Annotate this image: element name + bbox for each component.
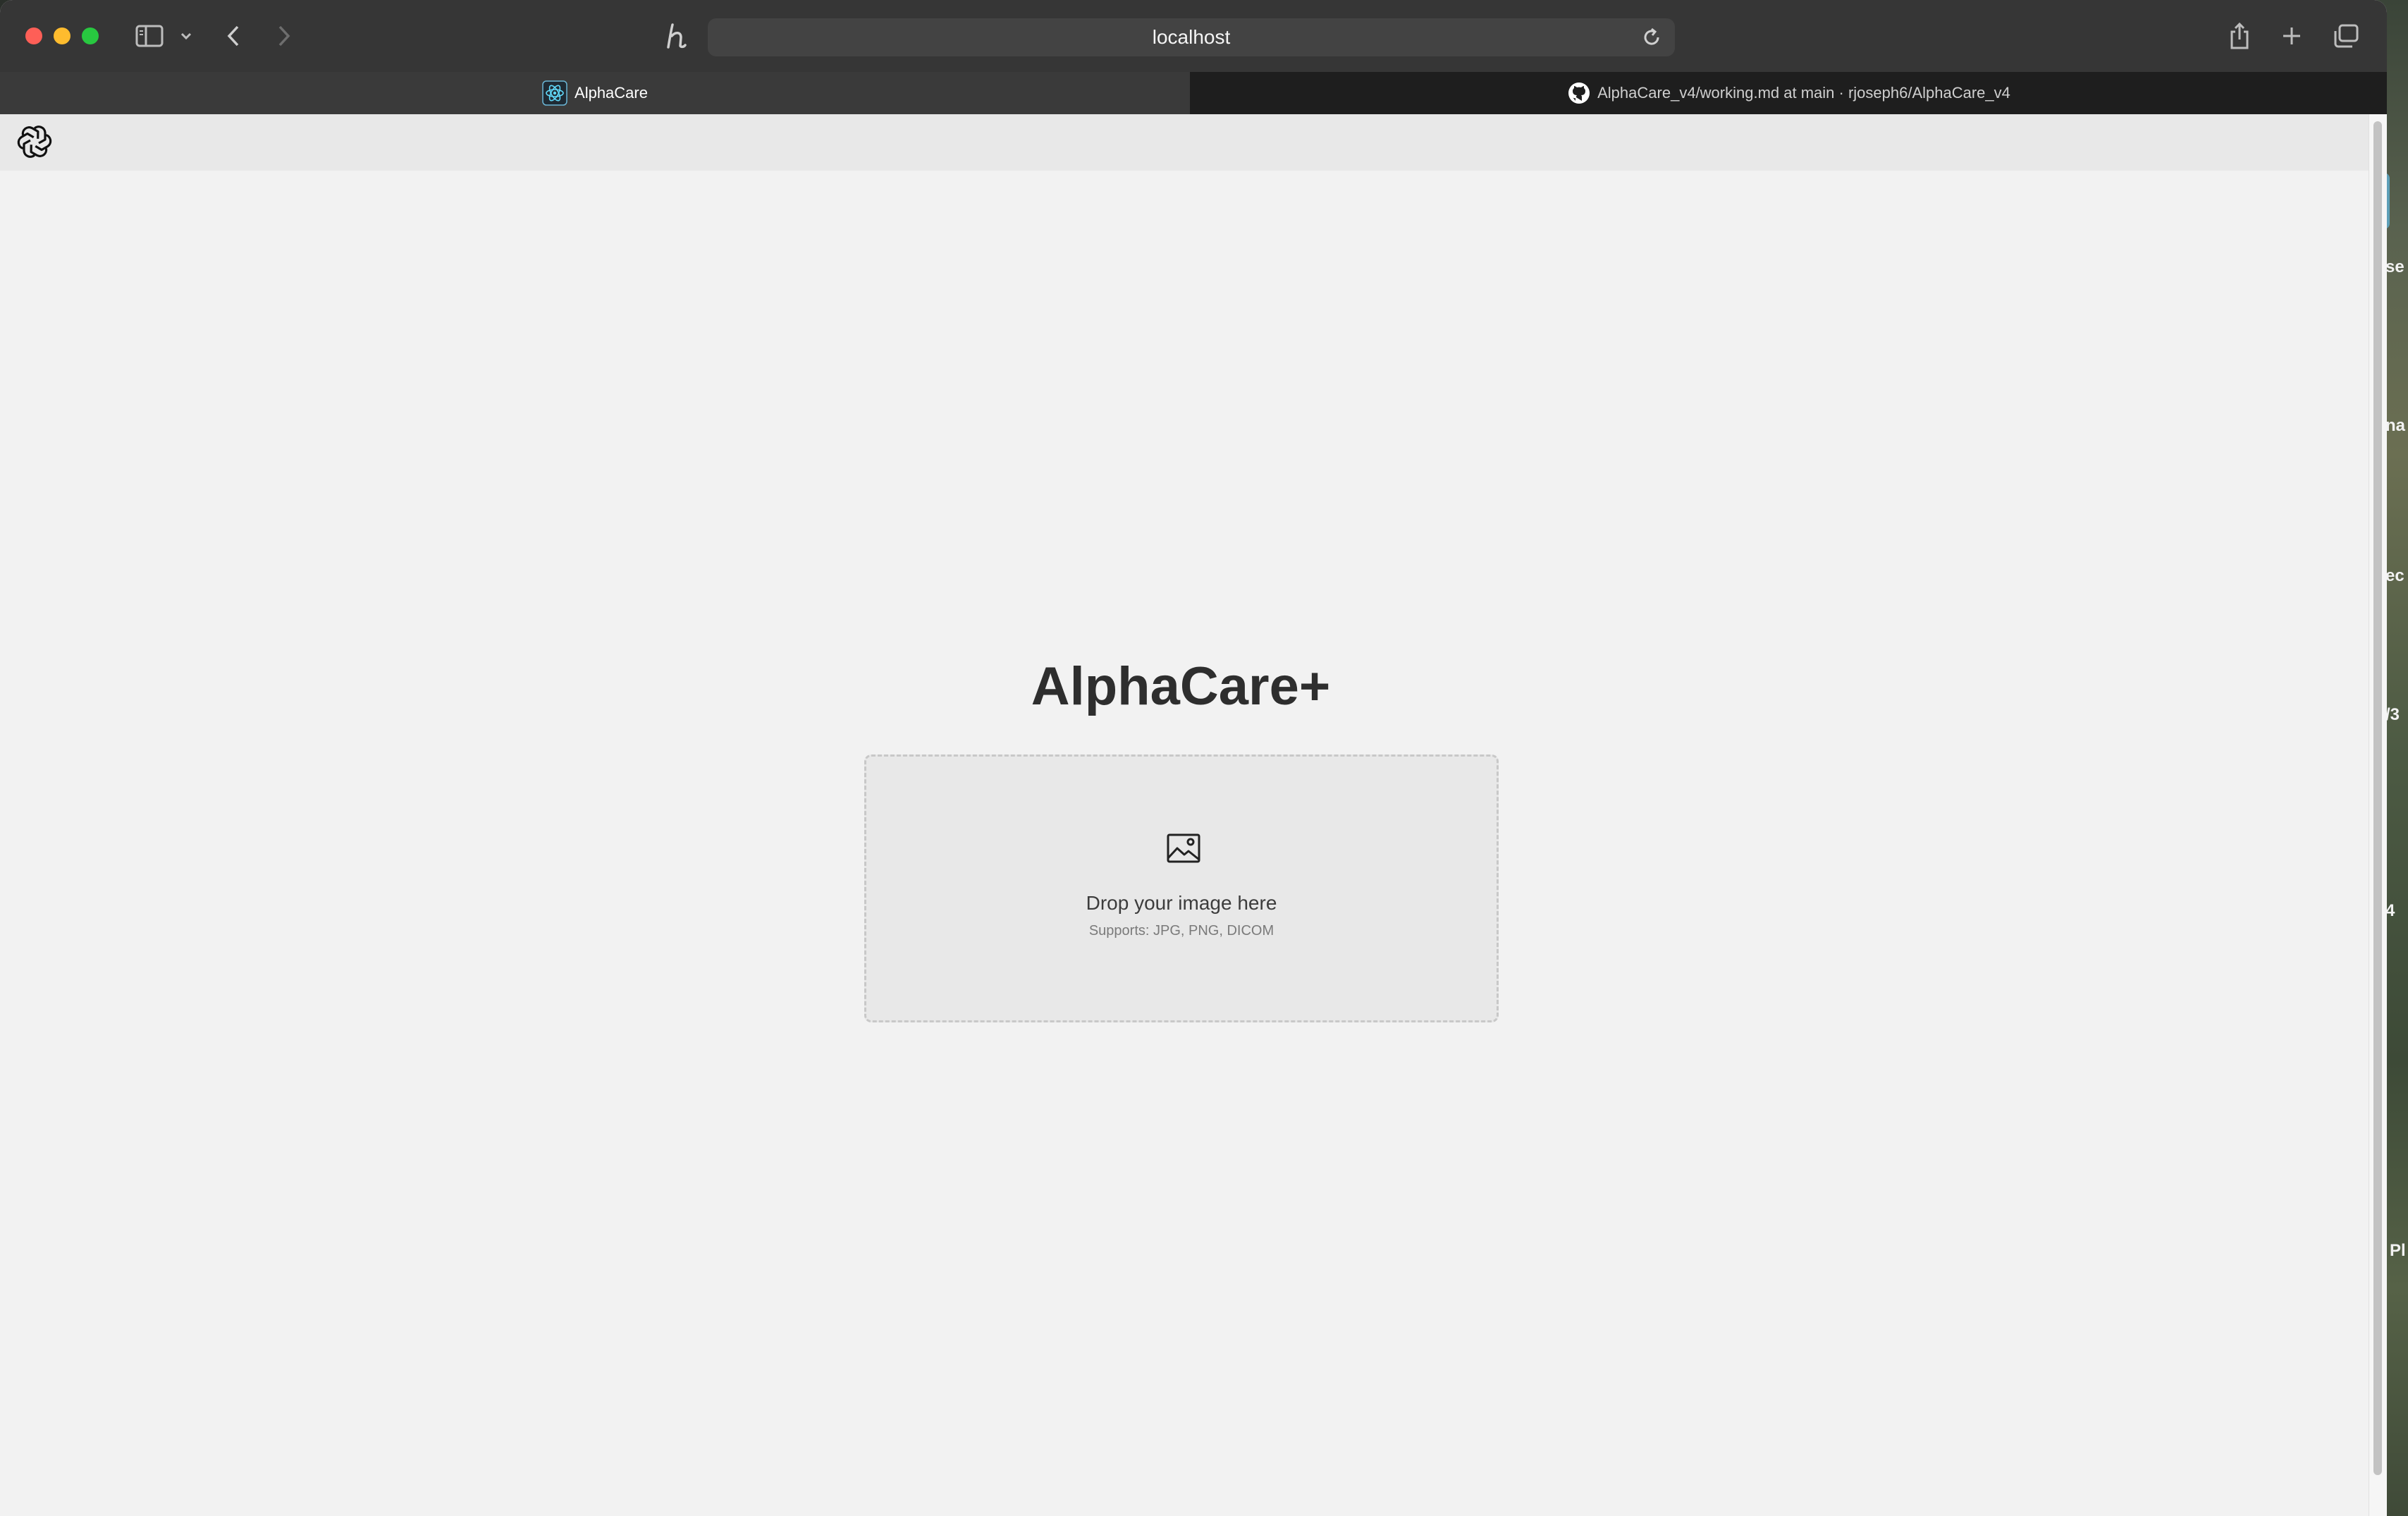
react-logo-icon: [542, 80, 567, 106]
tab-github[interactable]: AlphaCare_v4/working.md at main · rjosep…: [1191, 72, 2387, 114]
page-title: AlphaCare+: [1031, 656, 1331, 716]
reload-icon[interactable]: [1641, 27, 1662, 53]
honey-extension-icon[interactable]: [660, 21, 691, 51]
image-icon: [1166, 833, 1201, 867]
app-header: [0, 114, 2369, 171]
dropzone-supported-formats: Supports: JPG, PNG, DICOM: [1088, 923, 1274, 939]
dropzone-instruction: Drop your image here: [1086, 892, 1277, 914]
tab-alphacare[interactable]: AlphaCare: [0, 72, 1190, 114]
chevron-down-icon[interactable]: [178, 21, 195, 51]
tab-title: AlphaCare: [575, 84, 648, 102]
desktop-text-fragment: 4: [2385, 901, 2395, 920]
openai-logo-icon[interactable]: [17, 124, 52, 163]
desktop-text-fragment: /3: [2385, 705, 2400, 724]
scrollbar-thumb[interactable]: [2373, 121, 2382, 1475]
desktop-text-fragment: ec: [2385, 566, 2404, 585]
sidebar-toggle-icon[interactable]: [134, 21, 165, 51]
share-icon[interactable]: [2228, 21, 2252, 51]
new-tab-icon[interactable]: [2280, 21, 2304, 51]
tab-title: AlphaCare_v4/working.md at main · rjosep…: [1597, 84, 2010, 102]
desktop-text-fragment: na: [2385, 416, 2406, 435]
tab-overview-icon[interactable]: [2332, 21, 2360, 51]
forward-arrow-icon[interactable]: [274, 21, 295, 51]
tab-bar: AlphaCare AlphaCare_v4/working.md at mai…: [0, 72, 2387, 114]
close-window-button[interactable]: [25, 27, 42, 44]
fullscreen-window-button[interactable]: [82, 27, 99, 44]
back-arrow-icon[interactable]: [223, 21, 244, 51]
browser-window: localhost AlphaCare AlphaCare_v4/working: [0, 0, 2387, 1516]
address-bar[interactable]: localhost: [708, 18, 1675, 56]
image-dropzone[interactable]: Drop your image here Supports: JPG, PNG,…: [864, 754, 1499, 1022]
desktop-text-fragment: se: [2385, 257, 2404, 276]
browser-toolbar: localhost: [0, 0, 2387, 72]
minimize-window-button[interactable]: [54, 27, 70, 44]
url-text: localhost: [1152, 26, 1231, 48]
github-icon: [1568, 82, 1590, 104]
